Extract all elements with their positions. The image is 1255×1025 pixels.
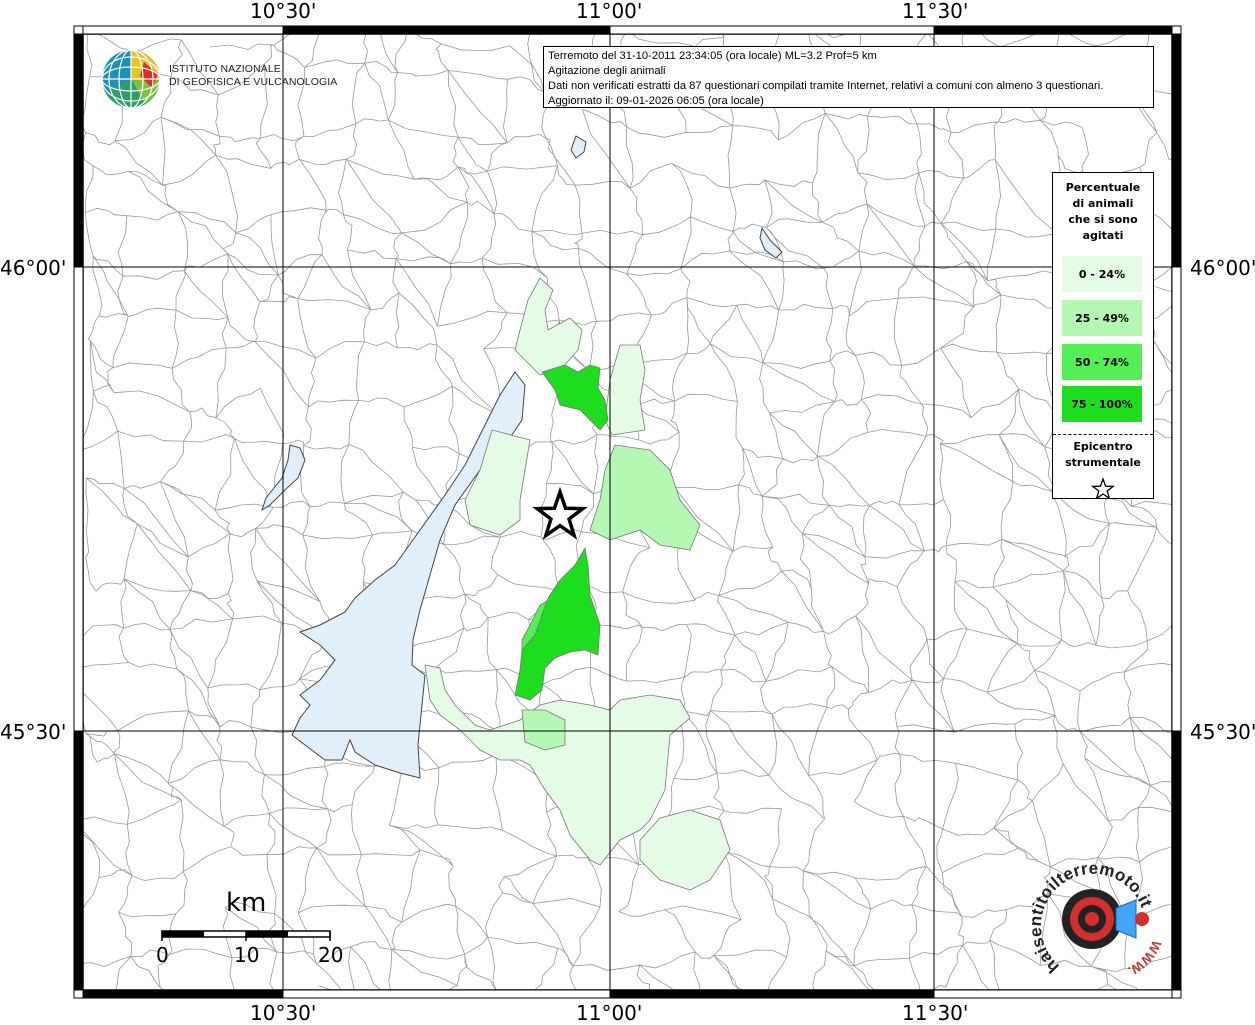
ingv-globe-icon: [101, 49, 161, 109]
ingv-logo-line2: DI GEOFISICA E VULCANOLOGIA: [169, 76, 338, 88]
legend-title-line: di animali: [1072, 197, 1134, 210]
legend-item-50-74: 50 - 74%: [1062, 344, 1142, 380]
ingv-logo-text: ISTITUTO NAZIONALE DI GEOFISICA E VULCAN…: [169, 63, 337, 89]
ingv-logo-line1: ISTITUTO NAZIONALE: [169, 63, 281, 75]
lon-label-top-1030: 10°30': [250, 0, 317, 23]
legend-epicenter-line: strumentale: [1065, 456, 1141, 469]
legend-item-label: 50 - 74%: [1075, 355, 1129, 369]
legend-item-0-24: 0 - 24%: [1062, 256, 1142, 292]
lat-label-left-4600: 46°00': [0, 256, 67, 280]
legend-item-label: 0 - 24%: [1078, 267, 1126, 281]
lon-label-top-1100: 11°00': [576, 0, 643, 23]
lon-label-bottom-1100: 11°00': [576, 1001, 643, 1025]
legend-item-label: 25 - 49%: [1075, 311, 1129, 325]
legend-item-75-100: 75 - 100%: [1062, 386, 1142, 422]
legend-epicenter-line: Epicentro: [1073, 440, 1133, 453]
info-parameter-line: Agitazione degli animali: [548, 65, 666, 77]
legend-title: Percentuale di animali che si sono agita…: [1053, 180, 1153, 244]
legend-title-line: che si sono: [1068, 213, 1138, 226]
legend-separator: [1053, 434, 1153, 435]
legend-item-25-49: 25 - 49%: [1062, 300, 1142, 336]
lon-label-bottom-1030: 10°30': [250, 1001, 317, 1025]
info-updated-line: Aggiornato il: 09-01-2026 06:05 (ora loc…: [548, 95, 764, 107]
lon-label-top-1130: 11°30': [902, 0, 969, 23]
earthquake-info-box: Terremoto del 31-10-2011 23:34:05 (ora l…: [543, 46, 1154, 108]
scale-tick-label: 10: [234, 943, 260, 967]
lat-label-right-4600: 46°00': [1190, 256, 1255, 280]
legend-item-label: 75 - 100%: [1071, 397, 1133, 411]
scale-tick-label: 20: [318, 943, 344, 967]
hst-logo-url: WWW.: [1126, 938, 1165, 978]
haisentitoilterremoto-logo: haisentitoilterremoto.it WWW.: [1032, 859, 1165, 978]
star-icon: [1090, 477, 1116, 499]
legend-epicenter-label: Epicentro strumentale: [1053, 439, 1153, 471]
info-event-line: Terremoto del 31-10-2011 23:34:05 (ora l…: [548, 50, 877, 62]
lat-label-left-4530: 45°30': [0, 720, 67, 744]
lat-label-right-4530: 45°30': [1190, 720, 1255, 744]
scale-tick-label: 0: [156, 943, 169, 967]
lon-label-bottom-1130: 11°30': [902, 1001, 969, 1025]
info-source-line: Dati non verificati estratti da 87 quest…: [548, 80, 1104, 92]
scale-unit-label: km: [226, 888, 267, 918]
svg-text:WWW.: WWW.: [1126, 938, 1165, 978]
legend-title-line: agitati: [1082, 229, 1124, 242]
legend: Percentuale di animali che si sono agita…: [1052, 172, 1154, 499]
legend-title-line: Percentuale: [1065, 181, 1141, 194]
